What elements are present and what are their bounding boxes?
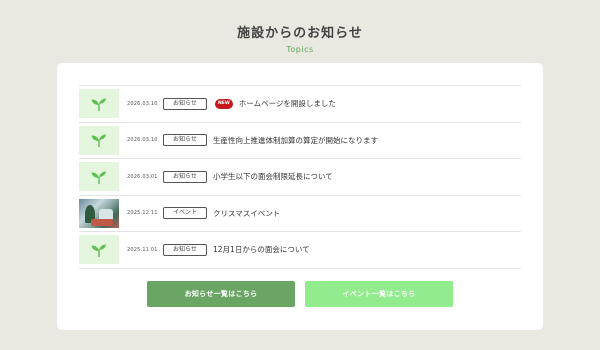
item-title[interactable]: ホームページを開設しました bbox=[239, 98, 336, 109]
list-item[interactable]: 2025.11.01 お知らせ 12月1日からの面会について bbox=[79, 232, 521, 269]
event-list-button[interactable]: イベント一覧はこちら bbox=[305, 281, 453, 307]
sprout-icon bbox=[79, 89, 119, 119]
item-title[interactable]: 小学生以下の面会制限延長について bbox=[213, 171, 333, 182]
sprout-icon bbox=[79, 125, 119, 155]
sprout-icon bbox=[79, 235, 119, 265]
category-tag: イベント bbox=[163, 207, 207, 220]
sprout-icon bbox=[79, 162, 119, 192]
list-item[interactable]: 2026.03.10 お知らせ NEW ホームページを開設しました bbox=[79, 86, 521, 123]
category-tag: お知らせ bbox=[163, 134, 207, 147]
news-list-button[interactable]: お知らせ一覧はこちら bbox=[147, 281, 295, 307]
new-badge: NEW bbox=[215, 98, 233, 109]
section-title: 施設からのお知らせ bbox=[237, 26, 363, 41]
item-title[interactable]: クリスマスイベント bbox=[213, 208, 280, 219]
button-group: お知らせ一覧はこちら イベント一覧はこちら bbox=[147, 281, 453, 307]
section-subtitle: Topics bbox=[286, 45, 314, 54]
category-tag: お知らせ bbox=[163, 243, 207, 256]
list-item[interactable]: 2026.03.01 お知らせ 小学生以下の面会制限延長について bbox=[79, 159, 521, 196]
item-date: 2025.12.11 bbox=[127, 210, 158, 217]
item-title[interactable]: 生産性向上推進体制加算の算定が開始になります bbox=[213, 135, 378, 146]
topics-card: 2026.03.10 お知らせ NEW ホームページを開設しました 2026.0… bbox=[57, 63, 543, 330]
category-tag: お知らせ bbox=[163, 97, 207, 110]
list-item[interactable]: 2025.12.11 イベント クリスマスイベント bbox=[79, 196, 521, 232]
item-title[interactable]: 12月1日からの面会について bbox=[213, 244, 310, 255]
list-item[interactable]: 2026.03.10 お知らせ 生産性向上推進体制加算の算定が開始になります bbox=[79, 123, 521, 159]
item-date: 2026.03.10 bbox=[127, 100, 158, 107]
category-tag: お知らせ bbox=[163, 170, 207, 183]
section-heading: 施設からのお知らせ Topics bbox=[0, 26, 600, 54]
item-date: 2026.03.10 bbox=[127, 137, 158, 144]
event-photo-thumbnail bbox=[79, 198, 119, 228]
item-date: 2025.11.01 bbox=[127, 246, 158, 253]
item-date: 2026.03.01 bbox=[127, 173, 158, 180]
topics-list: 2026.03.10 お知らせ NEW ホームページを開設しました 2026.0… bbox=[79, 85, 521, 269]
